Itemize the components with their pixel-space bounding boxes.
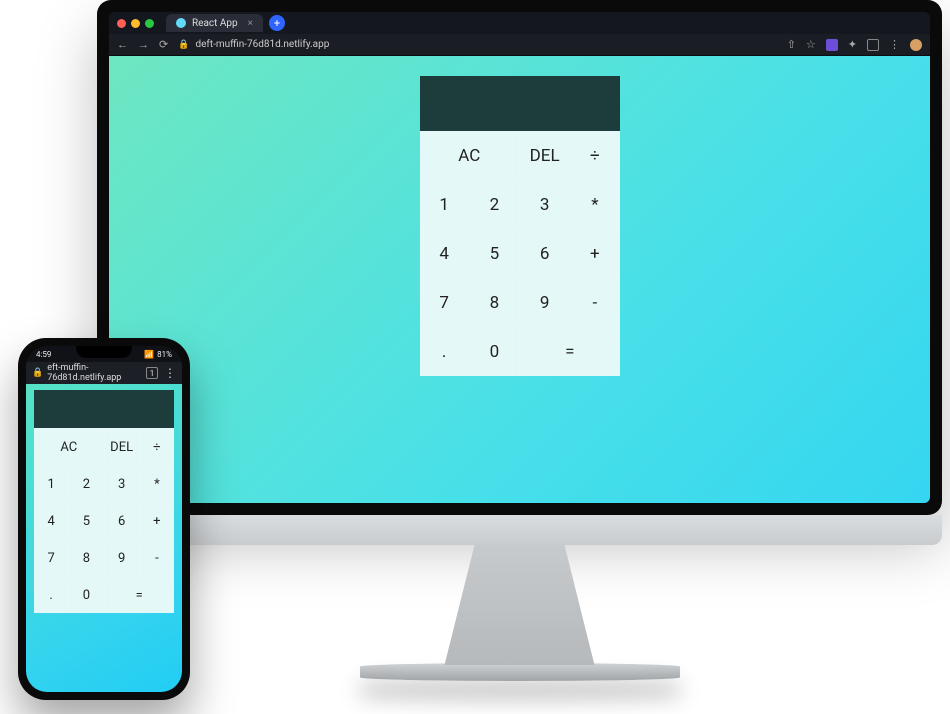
share-icon[interactable]: ⇧ (787, 38, 796, 51)
phone-screen: 4:59 📶 81% 🔒 eft-muffin-76d81d.netlify.a… (26, 346, 182, 692)
digit-5-button[interactable]: 5 (470, 230, 519, 278)
tab-count-button[interactable]: 1 (146, 367, 158, 379)
phone-notch (76, 346, 132, 358)
monitor-stand-neck (445, 545, 595, 665)
digit-5-button-mobile[interactable]: 5 (69, 503, 103, 539)
add-button[interactable]: + (570, 230, 619, 278)
phone-body: 4:59 📶 81% 🔒 eft-muffin-76d81d.netlify.a… (18, 338, 190, 700)
mobile-url-text: eft-muffin-76d81d.netlify.app (47, 363, 140, 383)
divide-button-mobile[interactable]: ÷ (140, 429, 174, 465)
lock-icon: 🔒 (178, 40, 189, 50)
decimal-button[interactable]: . (420, 328, 469, 376)
tab-strip: React App × + (109, 12, 930, 34)
new-tab-button[interactable]: + (269, 15, 285, 31)
digit-7-button[interactable]: 7 (420, 279, 469, 327)
ac-button-mobile[interactable]: AC (34, 429, 104, 465)
address-bar[interactable]: 🔒 deft-muffin-76d81d.netlify.app (178, 39, 776, 50)
digit-6-button-mobile[interactable]: 6 (105, 503, 139, 539)
digit-2-button[interactable]: 2 (470, 181, 519, 229)
browser-chrome: React App × + ← → ⟳ 🔒 deft-muff (109, 12, 930, 56)
minimize-window-icon[interactable] (131, 19, 140, 28)
back-button[interactable]: ← (117, 38, 128, 51)
extensions-puzzle-icon[interactable]: ✦ (848, 38, 857, 51)
calculator-display (420, 76, 620, 131)
digit-4-button-mobile[interactable]: 4 (34, 503, 68, 539)
multiply-button-mobile[interactable]: * (140, 466, 174, 502)
url-text: deft-muffin-76d81d.netlify.app (195, 39, 329, 50)
extension-icon[interactable] (826, 39, 838, 51)
app-viewport-desktop: AC DEL ÷ 1 2 3 * 4 5 6 + 7 8 9 - . 0 (109, 56, 930, 503)
phone-device: 4:59 📶 81% 🔒 eft-muffin-76d81d.netlify.a… (18, 338, 190, 700)
del-button[interactable]: DEL (520, 132, 569, 180)
digit-8-button[interactable]: 8 (470, 279, 519, 327)
mobile-menu-icon[interactable]: ⋮ (164, 366, 176, 380)
monitor-screen: React App × + ← → ⟳ 🔒 deft-muff (109, 12, 930, 503)
window-icon[interactable] (867, 39, 879, 51)
lock-icon: 🔒 (32, 368, 43, 378)
calculator-display-mobile (34, 390, 174, 428)
digit-0-button[interactable]: 0 (470, 328, 519, 376)
monitor-bezel: React App × + ← → ⟳ 🔒 deft-muff (97, 0, 942, 515)
tab-close-icon[interactable]: × (248, 18, 253, 29)
monitor-stand-foot (360, 663, 680, 681)
digit-0-button-mobile[interactable]: 0 (69, 577, 103, 613)
bookmark-icon[interactable]: ☆ (806, 38, 816, 51)
forward-button[interactable]: → (138, 38, 149, 51)
react-favicon-icon (176, 18, 186, 28)
calculator: AC DEL ÷ 1 2 3 * 4 5 6 + 7 8 9 - . 0 (420, 76, 620, 376)
desktop-monitor: React App × + ← → ⟳ 🔒 deft-muff (97, 0, 942, 710)
equals-button[interactable]: = (520, 328, 620, 376)
app-viewport-mobile: AC DEL ÷ 1 2 3 * 4 5 6 + 7 8 9 - . 0 (26, 384, 182, 692)
del-button-mobile[interactable]: DEL (105, 429, 139, 465)
multiply-button[interactable]: * (570, 181, 619, 229)
digit-1-button[interactable]: 1 (420, 181, 469, 229)
browser-menu-icon[interactable]: ⋮ (889, 38, 900, 51)
digit-4-button[interactable]: 4 (420, 230, 469, 278)
close-window-icon[interactable] (117, 19, 126, 28)
digit-7-button-mobile[interactable]: 7 (34, 540, 68, 576)
phone-time: 4:59 (36, 350, 51, 359)
plus-icon: + (274, 18, 280, 29)
maximize-window-icon[interactable] (145, 19, 154, 28)
ac-button[interactable]: AC (420, 132, 520, 180)
digit-6-button[interactable]: 6 (520, 230, 569, 278)
digit-9-button-mobile[interactable]: 9 (105, 540, 139, 576)
equals-button-mobile[interactable]: = (105, 577, 175, 613)
subtract-button[interactable]: - (570, 279, 619, 327)
add-button-mobile[interactable]: + (140, 503, 174, 539)
digit-2-button-mobile[interactable]: 2 (69, 466, 103, 502)
divide-button[interactable]: ÷ (570, 132, 619, 180)
battery-text: 81% (157, 350, 172, 359)
digit-3-button-mobile[interactable]: 3 (105, 466, 139, 502)
reload-button[interactable]: ⟳ (159, 38, 168, 51)
signal-icon: 📶 (144, 350, 154, 359)
mobile-url-bar[interactable]: 🔒 eft-muffin-76d81d.netlify.app 1 ⋮ (26, 362, 182, 384)
digit-8-button-mobile[interactable]: 8 (69, 540, 103, 576)
profile-avatar-icon[interactable] (910, 39, 922, 51)
decimal-button-mobile[interactable]: . (34, 577, 68, 613)
browser-tab[interactable]: React App × (166, 14, 263, 32)
window-controls (117, 19, 154, 28)
monitor-chin (97, 515, 942, 545)
browser-toolbar: ← → ⟳ 🔒 deft-muffin-76d81d.netlify.app ⇧… (109, 34, 930, 56)
calculator-mobile: AC DEL ÷ 1 2 3 * 4 5 6 + 7 8 9 - . 0 (34, 390, 174, 613)
digit-3-button[interactable]: 3 (520, 181, 569, 229)
subtract-button-mobile[interactable]: - (140, 540, 174, 576)
digit-1-button-mobile[interactable]: 1 (34, 466, 68, 502)
tab-title: React App (192, 18, 238, 29)
digit-9-button[interactable]: 9 (520, 279, 569, 327)
